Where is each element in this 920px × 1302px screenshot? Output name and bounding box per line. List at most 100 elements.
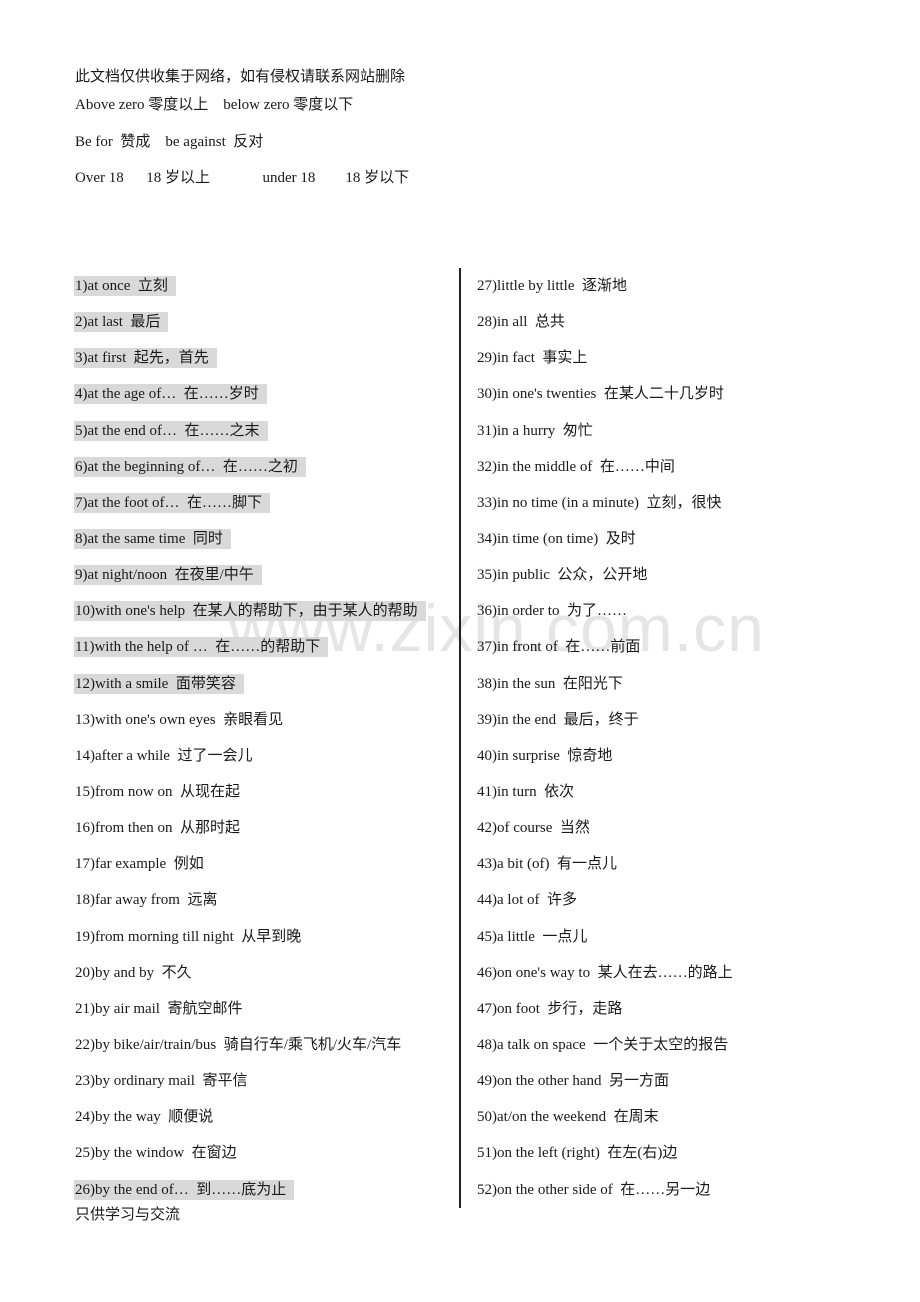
phrase-item: 14)after a while 过了一会儿	[74, 746, 454, 782]
phrase-item: 3)at first 起先，首先	[74, 348, 454, 384]
header-line-for-against: Be for 赞成 be against 反对	[75, 134, 264, 150]
phrase-text: 40)in surprise 惊奇地	[477, 747, 613, 764]
phrase-item: 5)at the end of… 在……之末	[74, 420, 454, 457]
phrase-item: 16)from then on 从那时起	[74, 818, 454, 854]
phrase-item: 17)far example 例如	[74, 854, 454, 890]
phrase-item: 11)with the help of … 在……的帮助下	[74, 637, 454, 673]
phrase-item: 45)a little 一点儿	[476, 927, 876, 963]
phrase-item: 19)from morning till night 从早到晚	[74, 927, 454, 963]
phrase-item: 4)at the age of… 在……岁时	[74, 384, 454, 420]
phrase-text: 34)in time (on time) 及时	[477, 530, 636, 547]
phrase-list-right: 27)little by little 逐渐地 28)in all 总共 29)in…	[476, 276, 876, 1216]
phrase-item: 28)in all 总共	[476, 312, 876, 348]
phrase-item: 49)on the other hand 另一方面	[476, 1071, 876, 1107]
phrase-item: 24)by the way 顺便说	[74, 1107, 454, 1143]
phrase-item: 1)at once 立刻	[74, 276, 454, 312]
phrase-text: 21)by air mail 寄航空邮件	[75, 1000, 243, 1017]
phrase-text: 35)in public 公众，公开地	[477, 567, 648, 584]
phrase-item: 25)by the window 在窗边	[74, 1143, 454, 1179]
phrase-text: 41)in turn 依次	[477, 783, 575, 800]
phrase-item: 6)at the beginning of… 在……之初	[74, 456, 454, 493]
phrase-text: 31)in a hurry 匆忙	[477, 422, 593, 439]
phrase-item: 29)in fact 事实上	[476, 348, 876, 384]
footer-text: 只供学习与交流	[75, 1207, 181, 1223]
phrase-text: 36)in order to 为了……	[477, 603, 627, 620]
column-divider	[459, 268, 461, 1208]
phrase-item: 44)a lot of 许多	[476, 890, 876, 926]
phrase-text: 50)at/on the weekend 在周末	[477, 1109, 659, 1126]
phrase-text: 13)with one's own eyes 亲眼看见	[75, 711, 284, 728]
phrase-text-highlighted: 26)by the end of… 到……底为止	[74, 1179, 295, 1200]
phrase-item: 2)at last 最后	[74, 312, 454, 348]
phrase-text-highlighted: 12)with a smile 面带笑容	[74, 673, 244, 694]
phrase-text: 37)in front of 在……前面	[477, 639, 641, 656]
phrase-text-highlighted: 7)at the foot of… 在……脚下	[74, 492, 271, 513]
phrase-item: 9)at night/noon 在夜里/中午	[74, 565, 454, 601]
phrase-item: 51)on the left (right) 在左(右)边	[476, 1143, 876, 1179]
phrase-text: 30)in one's twenties 在某人二十几岁时	[477, 386, 724, 403]
phrase-item: 42)of course 当然	[476, 818, 876, 854]
phrase-item: 52)on the other side of 在……另一边	[476, 1180, 876, 1216]
phrase-text: 42)of course 当然	[477, 820, 590, 837]
phrase-item: 10)with one's help 在某人的帮助下，由于某人的帮助	[74, 601, 454, 637]
phrase-item: 39)in the end 最后，终于	[476, 710, 876, 746]
phrase-item: 41)in turn 依次	[476, 782, 876, 818]
phrase-item: 38)in the sun 在阳光下	[476, 674, 876, 710]
phrase-item: 47)on foot 步行，走路	[476, 999, 876, 1035]
phrase-text-highlighted: 4)at the age of… 在……岁时	[74, 384, 267, 405]
phrase-item: 20)by and by 不久	[74, 963, 454, 999]
phrase-text: 38)in the sun 在阳光下	[477, 675, 623, 692]
phrase-item: 31)in a hurry 匆忙	[476, 421, 876, 457]
phrase-item: 40)in surprise 惊奇地	[476, 746, 876, 782]
phrase-text: 33)in no time (in a minute) 立刻，很快	[477, 494, 722, 511]
phrase-text: 16)from then on 从那时起	[75, 820, 240, 837]
phrase-text: 49)on the other hand 另一方面	[477, 1073, 670, 1090]
phrase-item: 18)far away from 远离	[74, 890, 454, 926]
phrase-text: 32)in the middle of 在……中间	[477, 458, 675, 475]
phrase-item: 23)by ordinary mail 寄平信	[74, 1071, 454, 1107]
phrase-item: 50)at/on the weekend 在周末	[476, 1107, 876, 1143]
header-line-over-under-18: Over 18 18 岁以上 under 18 18 岁以下	[75, 170, 410, 186]
phrase-item: 36)in order to 为了……	[476, 601, 876, 637]
phrase-text: 46)on one's way to 某人在去……的路上	[477, 964, 733, 981]
phrase-text: 39)in the end 最后，终于	[477, 711, 639, 728]
phrase-text: 45)a little 一点儿	[477, 928, 588, 945]
phrase-item: 37)in front of 在……前面	[476, 637, 876, 673]
phrase-item: 48)a talk on space 一个关于太空的报告	[476, 1035, 876, 1071]
phrase-text: 23)by ordinary mail 寄平信	[75, 1073, 248, 1090]
phrase-text: 52)on the other side of 在……另一边	[477, 1181, 711, 1198]
phrase-text: 17)far example 例如	[75, 856, 204, 873]
phrase-text-highlighted: 5)at the end of… 在……之末	[74, 420, 268, 441]
phrase-item: 13)with one's own eyes 亲眼看见	[74, 710, 454, 746]
document-page: 此文档仅供收集于网络，如有侵权请联系网站删除 Above zero 零度以上 b…	[0, 0, 920, 1302]
phrase-item: 30)in one's twenties 在某人二十几岁时	[476, 384, 876, 420]
phrase-text-highlighted: 6)at the beginning of… 在……之初	[74, 456, 306, 477]
phrase-text: 19)from morning till night 从早到晚	[75, 928, 302, 945]
header-line-above-below-zero: Above zero 零度以上 below zero 零度以下	[75, 97, 354, 113]
phrase-item: 22)by bike/air/train/bus 骑自行车/乘飞机/火车/汽车	[74, 1035, 454, 1071]
phrase-item: 34)in time (on time) 及时	[476, 529, 876, 565]
phrase-item: 35)in public 公众，公开地	[476, 565, 876, 601]
phrase-text: 28)in all 总共	[477, 314, 565, 331]
phrase-item: 15)from now on 从现在起	[74, 782, 454, 818]
phrase-text-highlighted: 8)at the same time 同时	[74, 528, 231, 549]
disclaimer-text: 此文档仅供收集于网络，如有侵权请联系网站删除	[75, 69, 406, 85]
phrase-text: 25)by the window 在窗边	[75, 1145, 237, 1162]
phrase-text: 27)little by little 逐渐地	[477, 278, 627, 294]
phrase-item: 7)at the foot of… 在……脚下	[74, 492, 454, 529]
phrase-text: 48)a talk on space 一个关于太空的报告	[477, 1036, 729, 1053]
phrase-text: 20)by and by 不久	[75, 964, 192, 981]
phrase-text-highlighted: 10)with one's help 在某人的帮助下，由于某人的帮助	[74, 601, 426, 622]
phrase-item: 32)in the middle of 在……中间	[476, 457, 876, 493]
phrase-text: 51)on the left (right) 在左(右)边	[477, 1145, 678, 1162]
phrase-text-highlighted: 2)at last 最后	[74, 312, 169, 333]
phrase-text: 24)by the way 顺便说	[75, 1109, 214, 1126]
phrase-item: 33)in no time (in a minute) 立刻，很快	[476, 493, 876, 529]
phrase-text: 15)from now on 从现在起	[75, 783, 240, 800]
phrase-text-highlighted: 1)at once 立刻	[74, 276, 176, 296]
phrase-text: 14)after a while 过了一会儿	[75, 747, 253, 764]
phrase-text: 44)a lot of 许多	[477, 892, 577, 909]
phrase-item: 12)with a smile 面带笑容	[74, 673, 454, 710]
phrase-item: 21)by air mail 寄航空邮件	[74, 999, 454, 1035]
phrase-text: 29)in fact 事实上	[477, 350, 588, 367]
